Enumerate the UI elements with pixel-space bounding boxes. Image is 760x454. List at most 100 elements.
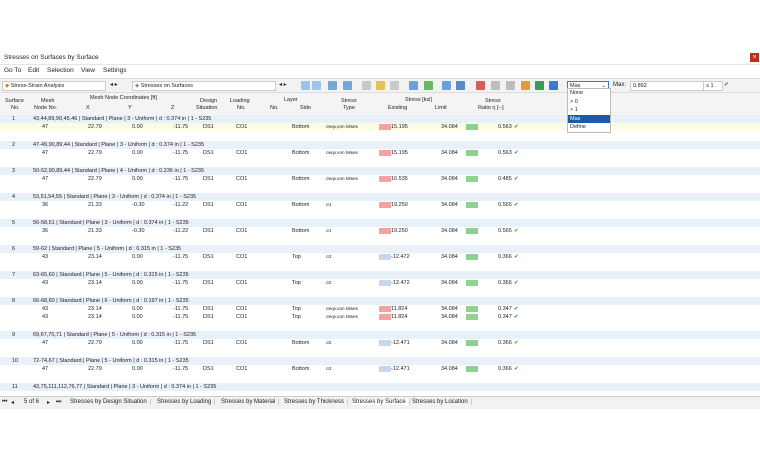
group-header[interactable]: 4 53,51,54,55 | Standard | Plane | 3 - Un… xyxy=(0,193,760,201)
first-page-icon[interactable]: ⏮ xyxy=(2,399,7,406)
col-existing[interactable]: Existing xyxy=(388,105,407,111)
layer-icon[interactable] xyxy=(535,81,544,90)
menu-view[interactable]: View xyxy=(81,67,95,74)
cell-ratio: 0.366 xyxy=(498,340,512,346)
result-nav-arrows[interactable]: ◂ ▸ xyxy=(279,81,287,88)
tab-thickness[interactable]: Stresses by Thickness xyxy=(284,399,348,405)
group-header[interactable]: 9 69,67,70,71 | Standard | Plane | 5 - Un… xyxy=(0,331,760,339)
group-header[interactable]: 2 47-49,90,89,44 | Standard | Plane | 3 -… xyxy=(0,141,760,149)
prev-page-icon[interactable]: ◂ xyxy=(11,399,14,406)
magnify-icon[interactable] xyxy=(506,81,515,90)
export-icon[interactable] xyxy=(376,81,385,90)
analysis-select[interactable]: ◆ Stress-Strain Analysis xyxy=(2,81,106,91)
group-header[interactable]: 5 56-58,51 | Standard | Plane | 3 - Unifo… xyxy=(0,219,760,227)
max-input[interactable]: 0.892 xyxy=(630,81,704,91)
filter-option-max[interactable]: Max xyxy=(568,114,610,123)
apply-check-icon[interactable]: ✔ xyxy=(724,81,729,88)
next-page-icon[interactable]: ▸ xyxy=(47,399,50,406)
tab-design-situation[interactable]: Stresses by Design Situation xyxy=(70,399,151,405)
cell-z: -11.75 xyxy=(173,280,189,286)
col-ratio[interactable]: Stress xyxy=(485,98,501,104)
group-header[interactable]: 10 72-74,67 | Standard | Plane | 5 - Unif… xyxy=(0,357,760,365)
table-row[interactable]: 43 23.14 0.00 -11.75 DS1 CO1 Top σeqv,von Mises… xyxy=(0,313,760,321)
filter-option-gt0[interactable]: > 0 xyxy=(568,98,610,107)
display-icon[interactable] xyxy=(328,81,337,90)
zoom-icon[interactable] xyxy=(312,81,321,90)
col-ratio-eta[interactable]: Ratio η [--] xyxy=(478,105,504,111)
col-surface[interactable]: Surface xyxy=(5,98,24,104)
table-row[interactable]: 43 23.14 0.00 -11.75 DS1 CO1 Top σ2 -12.472 34.08… xyxy=(0,253,760,261)
tab-material[interactable]: Stresses by Material xyxy=(221,399,280,405)
cell-ratio: 0.347 xyxy=(498,306,512,312)
filter-icon[interactable] xyxy=(343,81,352,90)
cell-ratio: 0.366 xyxy=(498,280,512,286)
col-loading-no[interactable]: No. xyxy=(237,105,246,111)
group-header[interactable]: 8 66-68,60 | Standard | Plane | 6 - Unifo… xyxy=(0,297,760,305)
col-loading[interactable]: Loading xyxy=(230,98,250,104)
delete-icon[interactable] xyxy=(476,81,485,90)
table-row[interactable]: 47 22.79 0.00 -11.75 DS1 CO1 Bottom σ2 -12.471 34… xyxy=(0,365,760,373)
col-stress-type[interactable]: Type xyxy=(343,105,355,111)
menu-settings[interactable]: Settings xyxy=(103,67,127,74)
menu-goto[interactable]: Go To xyxy=(4,67,21,74)
col-mesh-node[interactable]: Node No. xyxy=(34,105,57,111)
filter-option-gt1[interactable]: > 1 xyxy=(568,106,610,115)
col-stress[interactable]: Stress xyxy=(341,98,357,104)
compare-input[interactable]: ≤ 1 xyxy=(703,81,723,91)
check-icon[interactable] xyxy=(424,81,433,90)
col-design-situation[interactable]: Situation xyxy=(196,105,217,111)
tab-surface[interactable]: Stresses by Surface xyxy=(352,399,410,405)
group-header[interactable]: 3 50-52,90,89,44 | Standard | Plane | 4 -… xyxy=(0,167,760,175)
cell-node: 43 xyxy=(42,280,49,286)
table-icon[interactable] xyxy=(362,81,371,90)
tab-location[interactable]: Stresses by Location xyxy=(412,399,472,405)
table-row[interactable]: 43 23.14 0.00 -11.75 DS1 CO1 Top σeqv,von Mises… xyxy=(0,305,760,313)
last-page-icon[interactable]: ⏭ xyxy=(56,399,61,406)
col-limit[interactable]: Limit xyxy=(435,105,447,111)
analysis-value: Stress-Strain Analysis xyxy=(10,83,65,89)
col-z[interactable]: Z xyxy=(171,105,174,111)
table-row[interactable]: 47 22.79 0.00 -11.75 DS1 CO1 Bottom σ2 -12.471 34… xyxy=(0,339,760,347)
close-button[interactable]: × xyxy=(750,53,759,62)
settings-icon[interactable] xyxy=(442,81,451,90)
result-type-select[interactable]: ◈ Stresses on Surfaces xyxy=(132,81,276,91)
col-coords[interactable]: Mesh Node Coordinates [ft] xyxy=(90,95,157,101)
cell-existing: 15.195 xyxy=(391,124,408,130)
col-layer[interactable]: Layer xyxy=(284,97,298,103)
menu-selection[interactable]: Selection xyxy=(47,67,74,74)
chart-icon[interactable] xyxy=(409,81,418,90)
tab-loading[interactable]: Stresses by Loading xyxy=(157,399,216,405)
info-icon[interactable] xyxy=(549,81,558,90)
print-icon[interactable] xyxy=(390,81,399,90)
col-layer-no[interactable]: No. xyxy=(270,105,279,111)
filter-option-none[interactable]: None xyxy=(568,89,610,98)
cell-ratio: 0.563 xyxy=(498,124,512,130)
col-mesh[interactable]: Mesh xyxy=(41,98,54,104)
group-header[interactable]: 6 59-62 | Standard | Plane | 5 - Uniform … xyxy=(0,245,760,253)
filter-option-define[interactable]: Define xyxy=(568,123,610,132)
menu-edit[interactable]: Edit xyxy=(28,67,39,74)
col-stress-ksi[interactable]: Stress [ksi] xyxy=(405,97,432,103)
cell-y: 0.00 xyxy=(132,254,143,260)
col-layer-side[interactable]: Side xyxy=(300,105,311,111)
group-header[interactable]: 11 43,75,111,112,76,77 | Standard | Plane… xyxy=(0,383,760,391)
table-row[interactable]: 36 21.33 -0.30 -11.22 DS1 CO1 Bottom σ1 19.250 34… xyxy=(0,227,760,235)
nav-arrows[interactable]: ◂ ▸ xyxy=(110,81,118,88)
table-row[interactable]: 47 22.79 0.00 -11.75 DS1 CO1 Bottom σeqv,von Mi… xyxy=(0,149,760,157)
col-design[interactable]: Design xyxy=(200,98,217,104)
select-icon[interactable] xyxy=(301,81,310,90)
table-row[interactable]: 47 22.79 0.00 -11.75 DS1 CO1 Bottom σeqv,von Mi… xyxy=(0,175,760,183)
existing-bar xyxy=(379,254,391,260)
table-row[interactable]: 36 21.33 -0.30 -11.22 DS1 CO1 Bottom σ1 19.250 34… xyxy=(0,201,760,209)
col-y[interactable]: Y xyxy=(128,105,132,111)
color-icon[interactable] xyxy=(521,81,530,90)
search-icon[interactable] xyxy=(491,81,500,90)
table-row[interactable]: 43 23.14 0.00 -11.75 DS1 CO1 Top σ2 -12.472 34.08… xyxy=(0,279,760,287)
col-surface-no[interactable]: No. xyxy=(11,105,20,111)
table-row[interactable]: 47 22.79 0.00 -11.75 DS1 CO1 Bottom σeqv,von Mi… xyxy=(0,123,760,131)
group-header[interactable]: 7 63-65,60 | Standard | Plane | 5 - Unifo… xyxy=(0,271,760,279)
cell-z: -11.75 xyxy=(173,306,189,312)
excel-icon[interactable] xyxy=(456,81,465,90)
group-header[interactable]: 1 43,44,89,90,45,46 | Standard | Plane | … xyxy=(0,115,760,123)
col-x[interactable]: X xyxy=(86,105,90,111)
